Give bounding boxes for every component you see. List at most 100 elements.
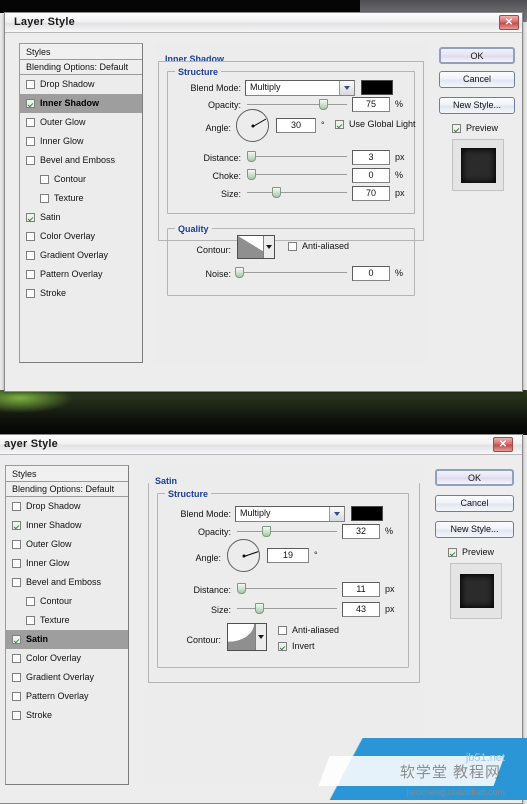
- opacity-input[interactable]: 75: [352, 97, 390, 112]
- checkbox-color-overlay[interactable]: [12, 654, 21, 663]
- checkbox-outer-glow[interactable]: [26, 118, 35, 127]
- new-style-button[interactable]: New Style...: [439, 97, 515, 114]
- dialog-titlebar[interactable]: ayer Style ✕: [0, 435, 522, 455]
- style-row-inner-glow[interactable]: Inner Glow: [6, 554, 128, 573]
- checkbox-invert[interactable]: [278, 641, 287, 651]
- noise-input[interactable]: 0: [352, 266, 390, 281]
- shadow-color-swatch[interactable]: [361, 80, 393, 95]
- slider-thumb[interactable]: [247, 169, 256, 180]
- distance-input[interactable]: 11: [342, 582, 380, 597]
- use-global-light-checkbox[interactable]: Use Global Light: [335, 119, 416, 129]
- style-row-pattern-overlay[interactable]: Pattern Overlay: [20, 265, 142, 284]
- checkbox-anti-aliased[interactable]: [278, 625, 287, 635]
- checkbox-drop-shadow[interactable]: [12, 502, 21, 511]
- checkbox-stroke[interactable]: [26, 289, 35, 298]
- anti-aliased-checkbox[interactable]: Anti-aliased: [278, 625, 339, 635]
- checkbox-gradient-overlay[interactable]: [12, 673, 21, 682]
- checkbox-inner-shadow[interactable]: [12, 521, 21, 530]
- checkbox-preview[interactable]: [452, 123, 461, 133]
- anti-aliased-checkbox[interactable]: Anti-aliased: [288, 241, 349, 251]
- angle-input[interactable]: 30: [276, 118, 316, 133]
- checkbox-inner-glow[interactable]: [12, 559, 21, 568]
- style-row-inner-shadow[interactable]: Inner Shadow: [20, 94, 142, 113]
- style-row-stroke[interactable]: Stroke: [20, 284, 142, 303]
- contour-swatch[interactable]: [227, 623, 267, 651]
- checkbox-anti-aliased[interactable]: [288, 241, 297, 251]
- opacity-slider[interactable]: [247, 99, 347, 111]
- preview-checkbox[interactable]: Preview: [448, 547, 494, 557]
- checkbox-stroke[interactable]: [12, 711, 21, 720]
- satin-color-swatch[interactable]: [351, 506, 383, 521]
- distance-slider[interactable]: [237, 583, 337, 595]
- ok-button[interactable]: OK: [435, 469, 514, 486]
- size-input[interactable]: 70: [352, 186, 390, 201]
- checkbox-bevel-and-emboss[interactable]: [26, 156, 35, 165]
- angle-dial[interactable]: [236, 109, 269, 142]
- checkbox-satin[interactable]: [26, 213, 35, 222]
- opacity-slider[interactable]: [237, 526, 337, 538]
- distance-input[interactable]: 3: [352, 150, 390, 165]
- style-row-drop-shadow[interactable]: Drop Shadow: [6, 497, 128, 516]
- style-row-contour[interactable]: Contour: [6, 592, 128, 611]
- style-row-outer-glow[interactable]: Outer Glow: [20, 113, 142, 132]
- style-row-pattern-overlay[interactable]: Pattern Overlay: [6, 687, 128, 706]
- size-slider[interactable]: [247, 187, 347, 199]
- choke-slider[interactable]: [247, 169, 347, 181]
- style-row-satin[interactable]: Satin: [6, 630, 128, 649]
- slider-thumb[interactable]: [235, 267, 244, 278]
- style-row-outer-glow[interactable]: Outer Glow: [6, 535, 128, 554]
- dialog-titlebar[interactable]: Layer Style ✕: [5, 13, 522, 33]
- slider-thumb[interactable]: [255, 603, 264, 614]
- checkbox-use-global-light[interactable]: [335, 119, 344, 129]
- checkbox-texture[interactable]: [26, 616, 35, 625]
- checkbox-contour[interactable]: [26, 597, 35, 606]
- size-slider[interactable]: [237, 603, 337, 615]
- blend-mode-select[interactable]: Multiply: [245, 80, 355, 96]
- distance-slider[interactable]: [247, 151, 347, 163]
- noise-slider[interactable]: [235, 267, 347, 279]
- style-row-gradient-overlay[interactable]: Gradient Overlay: [20, 246, 142, 265]
- contour-swatch[interactable]: [237, 235, 275, 259]
- slider-thumb[interactable]: [262, 526, 271, 537]
- chevron-down-icon[interactable]: [255, 624, 266, 650]
- checkbox-inner-glow[interactable]: [26, 137, 35, 146]
- checkbox-pattern-overlay[interactable]: [26, 270, 35, 279]
- ok-button[interactable]: OK: [439, 47, 515, 64]
- style-row-drop-shadow[interactable]: Drop Shadow: [20, 75, 142, 94]
- slider-thumb[interactable]: [319, 99, 328, 110]
- style-row-bevel-and-emboss[interactable]: Bevel and Emboss: [6, 573, 128, 592]
- close-icon[interactable]: ✕: [493, 437, 513, 452]
- slider-thumb[interactable]: [247, 151, 256, 162]
- checkbox-pattern-overlay[interactable]: [12, 692, 21, 701]
- checkbox-bevel-and-emboss[interactable]: [12, 578, 21, 587]
- style-row-gradient-overlay[interactable]: Gradient Overlay: [6, 668, 128, 687]
- angle-input[interactable]: 19: [267, 548, 309, 563]
- angle-dial[interactable]: [227, 539, 260, 572]
- blend-mode-select[interactable]: Multiply: [235, 506, 345, 522]
- checkbox-gradient-overlay[interactable]: [26, 251, 35, 260]
- checkbox-drop-shadow[interactable]: [26, 80, 35, 89]
- new-style-button[interactable]: New Style...: [435, 521, 514, 538]
- chevron-down-icon[interactable]: [329, 507, 344, 521]
- close-icon[interactable]: ✕: [499, 15, 519, 30]
- style-row-texture[interactable]: Texture: [20, 189, 142, 208]
- choke-input[interactable]: 0: [352, 168, 390, 183]
- size-input[interactable]: 43: [342, 602, 380, 617]
- slider-thumb[interactable]: [237, 583, 246, 594]
- style-row-satin[interactable]: Satin: [20, 208, 142, 227]
- style-row-inner-shadow[interactable]: Inner Shadow: [6, 516, 128, 535]
- checkbox-outer-glow[interactable]: [12, 540, 21, 549]
- style-row-contour[interactable]: Contour: [20, 170, 142, 189]
- style-row-stroke[interactable]: Stroke: [6, 706, 128, 725]
- blending-options-row[interactable]: Blending Options: Default: [6, 482, 128, 497]
- checkbox-satin[interactable]: [12, 635, 21, 644]
- style-row-texture[interactable]: Texture: [6, 611, 128, 630]
- chevron-down-icon[interactable]: [263, 236, 274, 258]
- checkbox-inner-shadow[interactable]: [26, 99, 35, 108]
- preview-checkbox[interactable]: Preview: [452, 123, 498, 133]
- checkbox-contour[interactable]: [40, 175, 49, 184]
- invert-checkbox[interactable]: Invert: [278, 641, 315, 651]
- style-row-inner-glow[interactable]: Inner Glow: [20, 132, 142, 151]
- style-row-color-overlay[interactable]: Color Overlay: [6, 649, 128, 668]
- cancel-button[interactable]: Cancel: [439, 71, 515, 88]
